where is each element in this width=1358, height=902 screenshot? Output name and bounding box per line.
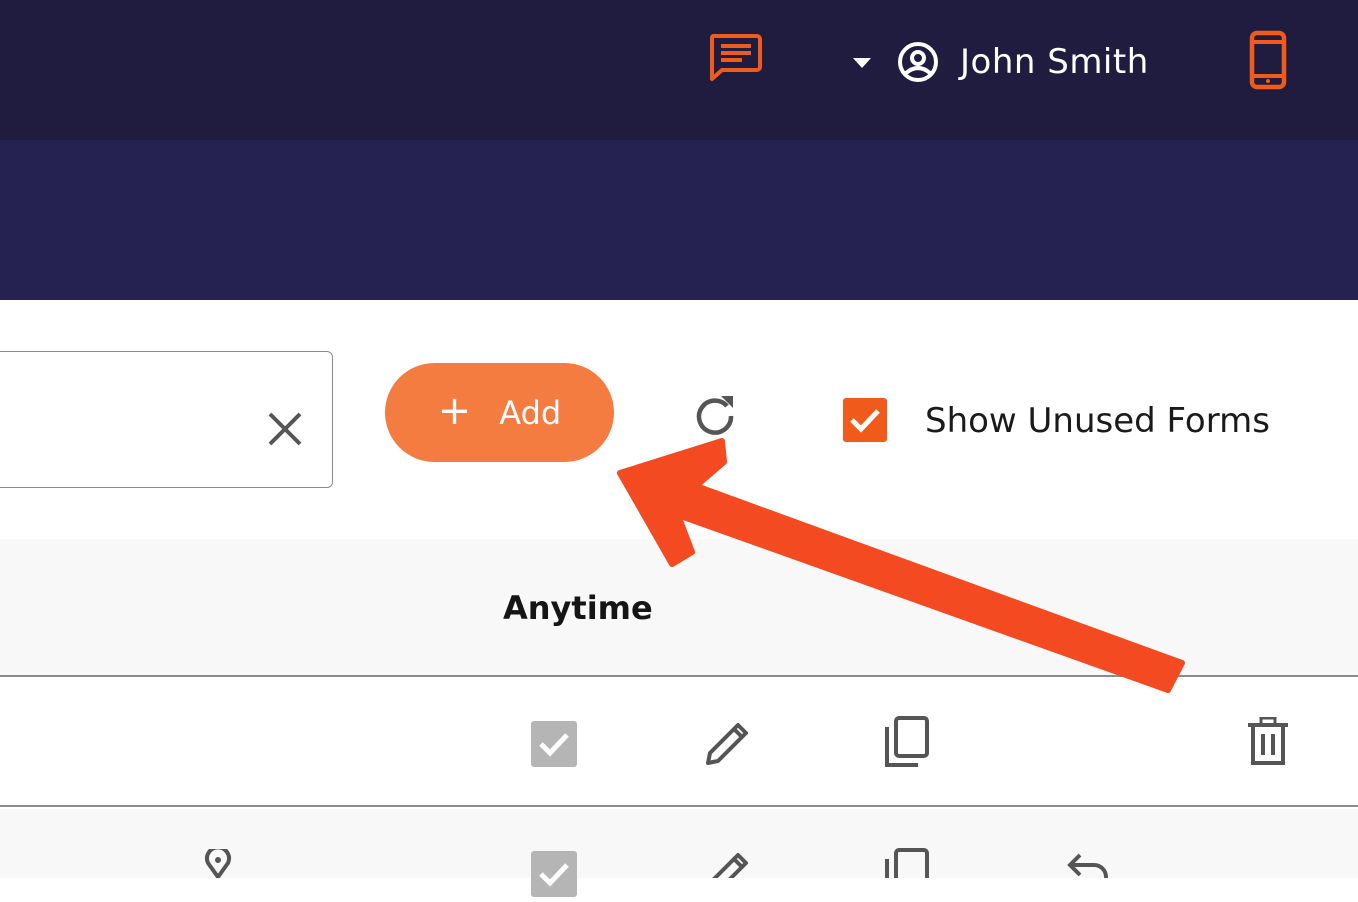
user-name[interactable]: John Smith xyxy=(960,40,1149,84)
table-row xyxy=(0,679,1358,807)
edit-pencil-icon[interactable] xyxy=(704,849,752,878)
show-unused-checkbox[interactable] xyxy=(843,398,887,442)
copy-icon[interactable] xyxy=(882,715,932,769)
trash-icon[interactable] xyxy=(1246,716,1290,767)
search-input[interactable] xyxy=(0,351,333,488)
page-header-band xyxy=(0,140,1358,300)
edit-pencil-icon[interactable] xyxy=(704,719,752,767)
refresh-icon[interactable] xyxy=(693,392,737,436)
table-header xyxy=(0,539,1358,677)
add-button-label: Add xyxy=(499,393,562,432)
undo-icon[interactable] xyxy=(1066,851,1110,878)
checked-box-icon[interactable] xyxy=(531,851,577,897)
column-header-anytime[interactable]: Anytime xyxy=(503,589,653,627)
plus-icon: + xyxy=(437,387,472,434)
mobile-icon[interactable] xyxy=(1249,30,1287,90)
add-button[interactable]: + Add xyxy=(385,363,614,462)
chat-icon[interactable] xyxy=(708,33,762,81)
user-account-icon[interactable] xyxy=(896,40,940,84)
dropdown-caret-icon[interactable] xyxy=(852,56,872,68)
close-icon[interactable] xyxy=(267,411,303,447)
top-navigation-bar: John Smith xyxy=(0,0,1358,140)
copy-icon[interactable] xyxy=(882,847,932,878)
checked-box-icon[interactable] xyxy=(531,721,577,767)
table-row xyxy=(0,809,1358,897)
location-pin-icon[interactable] xyxy=(204,845,232,881)
show-unused-label[interactable]: Show Unused Forms xyxy=(925,400,1270,442)
